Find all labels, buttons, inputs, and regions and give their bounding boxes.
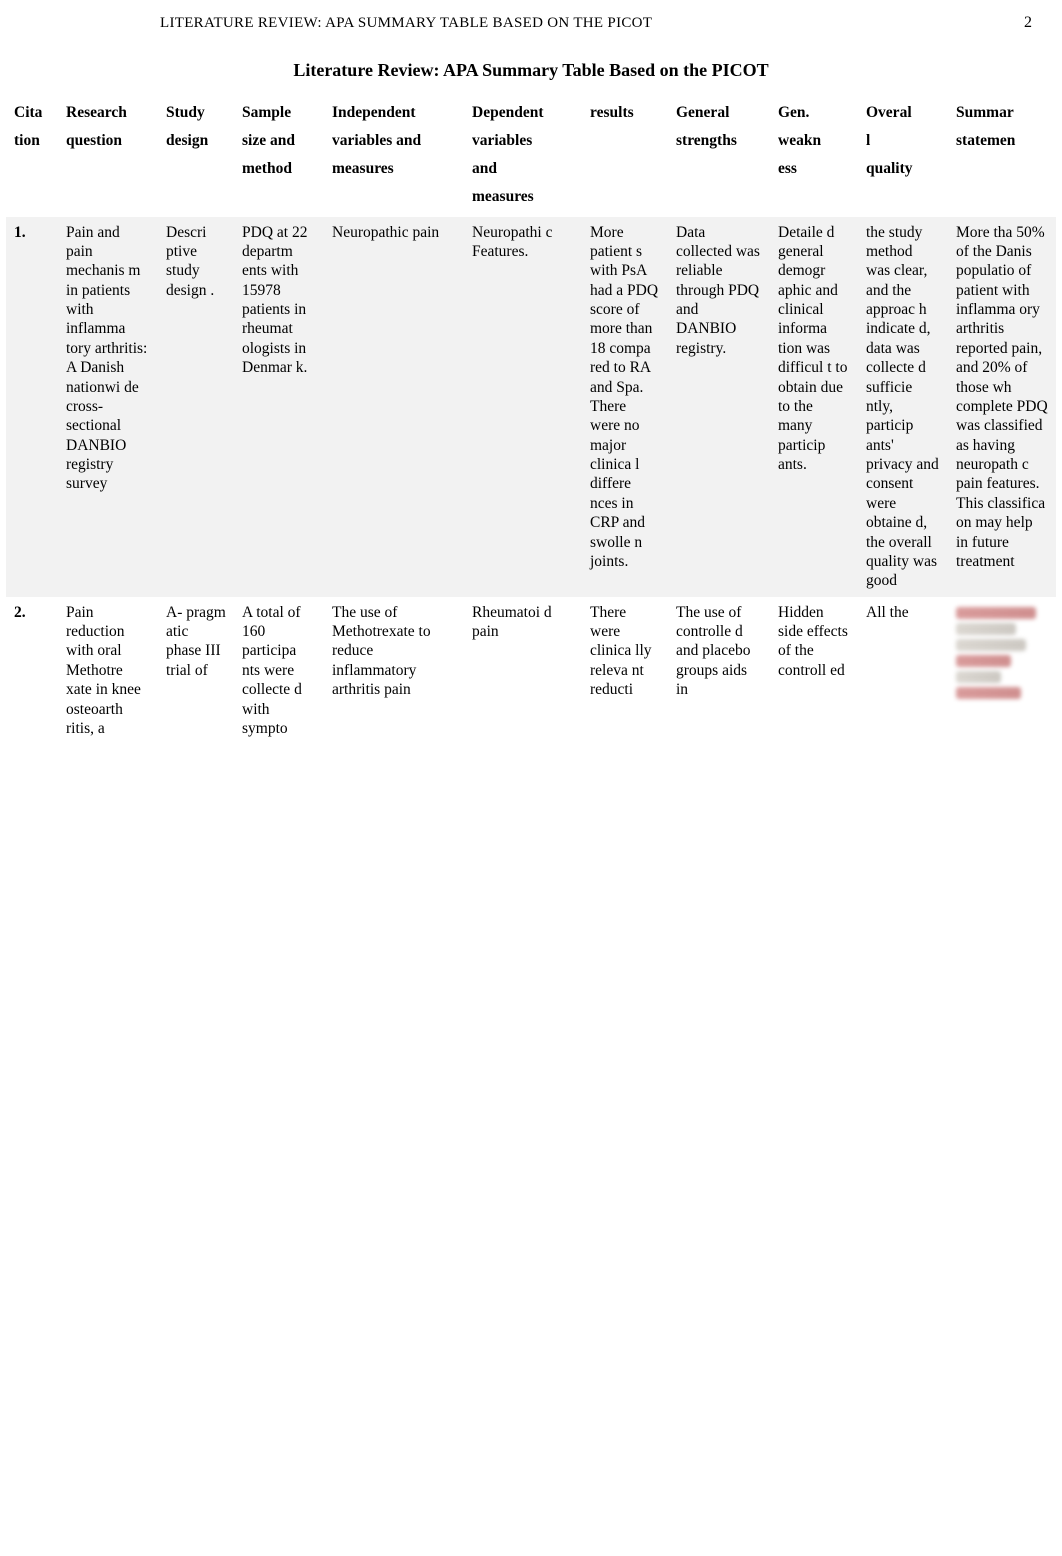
header-results: results [582, 93, 668, 217]
blur-bar [956, 687, 1021, 699]
blur-bar [956, 655, 1011, 667]
running-head-left: LITERATURE REVIEW: APA SUMMARY TABLE BAS… [160, 15, 652, 32]
cell-study: Descri ptive study design . [158, 217, 234, 597]
header-gen-weak: Gen.weakness [770, 93, 858, 217]
cell-sample: A total of 160 participa nts were collec… [234, 597, 324, 745]
header-citation: Citation [6, 93, 58, 217]
table-body: 1. Pain and pain mechanis m in patients … [6, 217, 1056, 745]
cell-general: The use of controlle d and placebo group… [668, 597, 770, 745]
header-study: Studydesign [158, 93, 234, 217]
page: LITERATURE REVIEW: APA SUMMARY TABLE BAS… [0, 0, 1062, 1556]
header-general: Generalstrengths [668, 93, 770, 217]
blur-bar [956, 607, 1036, 619]
cell-gen-weak: Hidden side effects of the controll ed [770, 597, 858, 745]
cell-results: More patient s with PsA had a PDQ score … [582, 217, 668, 597]
table-row: 1. Pain and pain mechanis m in patients … [6, 217, 1056, 597]
running-head: LITERATURE REVIEW: APA SUMMARY TABLE BAS… [0, 14, 1062, 50]
cell-gen-weak: Detaile d general demogr aphic and clini… [770, 217, 858, 597]
table-head: Citation Researchquestion Studydesign Sa… [6, 93, 1056, 217]
cell-general: Data collected was reliable through PDQ … [668, 217, 770, 597]
table-row: 2. Pain reduction with oral Methotre xat… [6, 597, 1056, 745]
cell-sample: PDQ at 22 departm ents with 15978 patien… [234, 217, 324, 597]
blur-bar [956, 639, 1026, 651]
cell-independent: The use of Methotrexate to reduce inflam… [324, 597, 464, 745]
picot-table: Citation Researchquestion Studydesign Sa… [6, 93, 1056, 744]
page-number: 2 [1024, 14, 1032, 32]
header-summary: Summarstatemen [948, 93, 1056, 217]
header-overall: Overallquality [858, 93, 948, 217]
cell-results: There were clinica lly releva nt reducti [582, 597, 668, 745]
page-title: Literature Review: APA Summary Table Bas… [0, 60, 1062, 81]
cell-dependent: Rheumatoi d pain [464, 597, 582, 745]
cell-question: Pain and pain mechanis m in patients wit… [58, 217, 158, 597]
cell-independent: Neuropathic pain [324, 217, 464, 597]
header-question: Researchquestion [58, 93, 158, 217]
cell-summary: More tha 50% of the Danis populatio of p… [948, 217, 1056, 597]
cell-overall: All the [858, 597, 948, 745]
blur-bar [956, 671, 1001, 683]
header-dependent: Dependentvariablesandmeasures [464, 93, 582, 217]
cell-overall: the study method was clear, and the appr… [858, 217, 948, 597]
header-sample: Samplesize andmethod [234, 93, 324, 217]
cell-summary [948, 597, 1056, 745]
blur-bar [956, 623, 1016, 635]
cell-citation: 2. [6, 597, 58, 745]
header-independent: Independentvariables andmeasures [324, 93, 464, 217]
cell-dependent: Neuropathi c Features. [464, 217, 582, 597]
table-wrapper: Citation Researchquestion Studydesign Sa… [0, 93, 1062, 744]
header-row: Citation Researchquestion Studydesign Sa… [6, 93, 1056, 217]
cell-study: A- pragm atic phase III trial of [158, 597, 234, 745]
cell-question: Pain reduction with oral Methotre xate i… [58, 597, 158, 745]
cell-citation: 1. [6, 217, 58, 597]
blurred-watermark [956, 607, 1048, 699]
